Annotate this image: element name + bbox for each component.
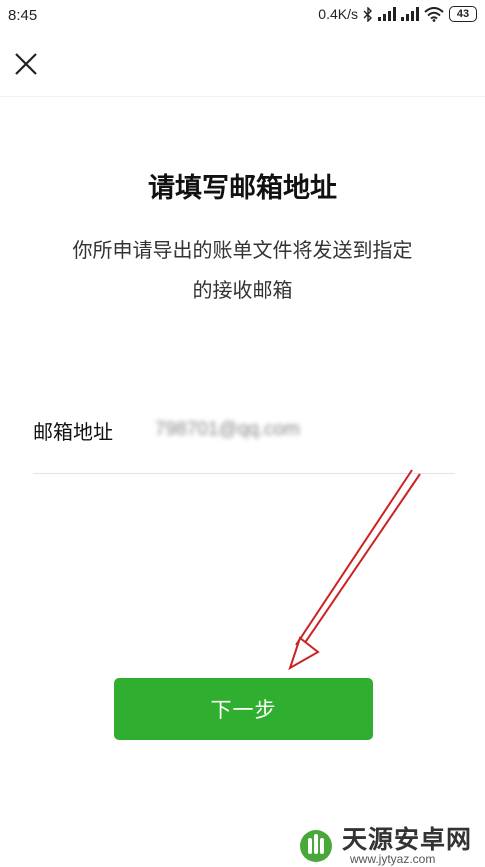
battery-icon: 43 <box>449 6 477 22</box>
status-time: 8:45 <box>8 7 38 24</box>
status-icons: 0.4K/s 43 <box>318 6 477 22</box>
close-button[interactable] <box>10 48 42 80</box>
status-bar: 8:45 0.4K/s 43 <box>0 0 485 32</box>
header-divider <box>0 96 485 97</box>
email-field[interactable] <box>155 412 445 448</box>
close-icon <box>15 53 37 75</box>
network-speed: 0.4K/s <box>318 6 358 22</box>
page-title: 请填写邮箱地址 <box>148 173 337 204</box>
signal-icon <box>378 7 396 21</box>
wifi-icon <box>424 6 444 22</box>
description-line-1: 你所申请导出的账单文件将发送到指定 <box>72 238 413 262</box>
next-button[interactable]: 下一步 <box>114 678 373 740</box>
page-description: 你所申请导出的账单文件将发送到指定 的接收邮箱 <box>40 230 445 310</box>
email-label: 邮箱地址 <box>33 420 113 444</box>
field-divider <box>33 473 455 474</box>
watermark-url: www.jytyaz.com <box>350 852 436 866</box>
watermark-name: 天源安卓网 <box>342 825 473 854</box>
bluetooth-icon <box>363 6 372 22</box>
watermark-logo <box>300 830 332 862</box>
description-line-2: 的接收邮箱 <box>192 278 293 302</box>
signal-icon <box>401 7 419 21</box>
watermark: 天源安卓网 www.jytyaz.com <box>290 818 485 867</box>
